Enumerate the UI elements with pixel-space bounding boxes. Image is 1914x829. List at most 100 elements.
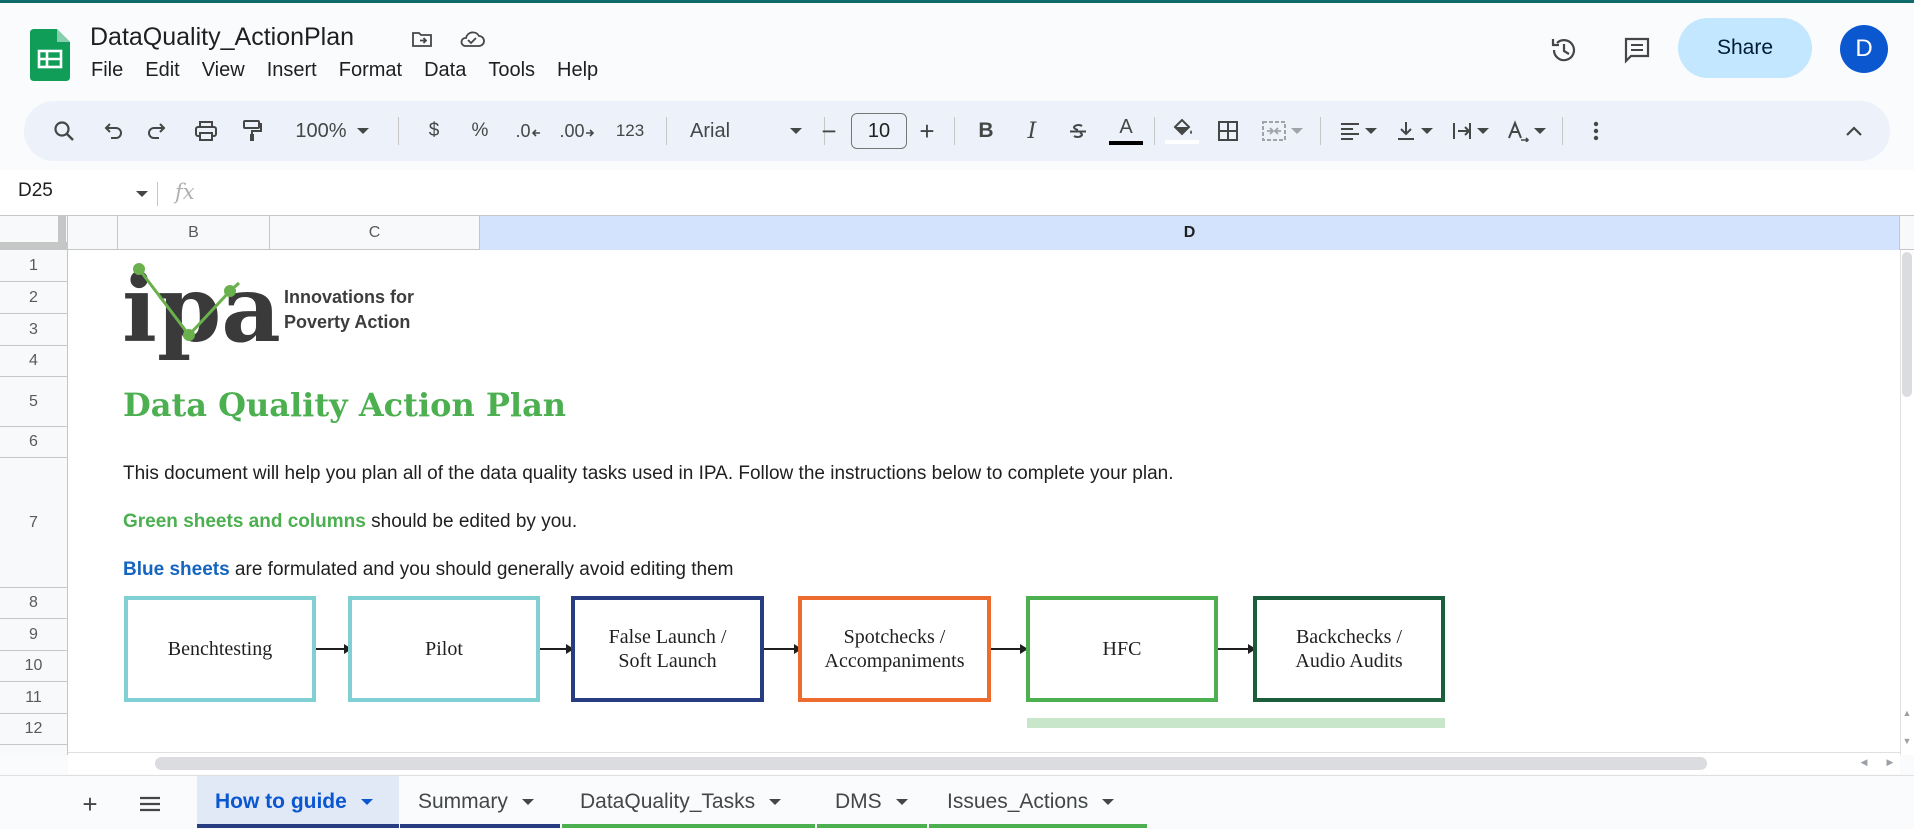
comments-icon[interactable]	[1615, 28, 1659, 72]
row-header[interactable]: 4	[0, 346, 68, 377]
percent-format-button[interactable]: %	[460, 101, 500, 161]
font-size-input[interactable]: 10	[851, 113, 907, 149]
collapse-toolbar-icon[interactable]	[1834, 101, 1874, 161]
borders-icon[interactable]	[1208, 101, 1248, 161]
menu-bar: File Edit View Insert Format Data Tools …	[80, 59, 609, 82]
row-header[interactable]: 12	[0, 714, 68, 745]
row-header[interactable]: 1	[0, 250, 68, 282]
decrease-decimal-button[interactable]: .0	[506, 101, 550, 161]
menu-data[interactable]: Data	[413, 59, 477, 82]
horizontal-scrollbar-thumb[interactable]	[155, 757, 1707, 770]
document-title[interactable]: DataQuality_ActionPlan	[90, 23, 354, 52]
hfc-range-bar	[1027, 718, 1445, 728]
menu-insert[interactable]: Insert	[256, 59, 328, 82]
italic-button[interactable]: I	[1012, 101, 1052, 161]
flow-step-backchecks[interactable]: Backchecks / Audio Audits	[1253, 596, 1445, 702]
row-header[interactable]: 8	[0, 588, 68, 619]
blue-instruction: Blue sheets are formulated and you shoul…	[123, 559, 733, 581]
menu-view[interactable]: View	[191, 59, 256, 82]
menu-edit[interactable]: Edit	[134, 59, 190, 82]
tab-color-indicator	[197, 824, 399, 828]
toolbar-divider	[1320, 117, 1321, 145]
horizontal-align-icon[interactable]	[1332, 101, 1384, 161]
toolbar-divider	[1562, 117, 1563, 145]
increase-decimal-button[interactable]: .00	[552, 101, 602, 161]
vertical-scrollbar-thumb[interactable]	[1902, 252, 1912, 397]
column-header-c[interactable]: C	[270, 216, 480, 250]
tab-issues-actions[interactable]: Issues_Actions	[929, 776, 1147, 828]
column-header-b[interactable]: B	[118, 216, 270, 250]
menu-tools[interactable]: Tools	[477, 59, 546, 82]
row-header[interactable]: 7	[0, 458, 68, 588]
sheets-logo-icon[interactable]	[30, 29, 70, 81]
row-header[interactable]: 6	[0, 427, 68, 458]
row-header[interactable]: 11	[0, 682, 68, 714]
merge-cells-icon[interactable]	[1254, 101, 1310, 161]
search-menus-icon[interactable]	[42, 101, 86, 161]
row-header[interactable]: 2	[0, 282, 68, 314]
bold-button[interactable]: B	[966, 101, 1006, 161]
row-header[interactable]: 10	[0, 651, 68, 682]
chevron-down-icon[interactable]	[769, 799, 782, 805]
chevron-down-icon[interactable]	[521, 799, 534, 805]
account-avatar[interactable]: D	[1840, 25, 1888, 73]
menu-help[interactable]: Help	[546, 59, 609, 82]
chevron-down-icon[interactable]	[136, 191, 148, 197]
row-header[interactable]: 9	[0, 619, 68, 651]
paint-format-icon[interactable]	[232, 101, 272, 161]
vertical-align-icon[interactable]	[1388, 101, 1440, 161]
tab-how-to-guide[interactable]: How to guide	[197, 776, 399, 828]
frozen-row-handle[interactable]	[0, 242, 68, 250]
currency-format-button[interactable]: $	[414, 101, 454, 161]
add-sheet-icon[interactable]: +	[70, 786, 110, 822]
chevron-down-icon[interactable]	[1102, 799, 1115, 805]
flow-step-false-launch[interactable]: False Launch / Soft Launch	[571, 596, 764, 702]
select-all-corner[interactable]	[0, 216, 68, 250]
scroll-up-arrow-icon[interactable]: ▲	[1901, 708, 1913, 720]
move-folder-icon[interactable]	[408, 25, 436, 53]
increase-font-size-icon[interactable]: +	[910, 101, 944, 161]
row-header[interactable]: 3	[0, 314, 68, 346]
decrease-font-size-icon[interactable]: −	[812, 101, 846, 161]
tab-dms[interactable]: DMS	[817, 776, 927, 828]
text-color-button[interactable]: A	[1104, 101, 1148, 161]
text-rotation-icon[interactable]	[1500, 101, 1552, 161]
all-sheets-icon[interactable]	[130, 786, 170, 822]
zoom-select[interactable]: 100%	[286, 101, 378, 161]
text-wrapping-icon[interactable]	[1444, 101, 1496, 161]
tab-summary[interactable]: Summary	[400, 776, 560, 828]
chevron-down-icon[interactable]	[360, 799, 373, 805]
more-options-icon[interactable]	[1576, 101, 1616, 161]
cloud-saved-icon[interactable]	[458, 25, 486, 53]
menu-file[interactable]: File	[80, 59, 134, 82]
scroll-down-arrow-icon[interactable]: ▼	[1901, 736, 1913, 748]
more-formats-button[interactable]: 123	[604, 101, 656, 161]
fill-color-icon[interactable]	[1160, 101, 1204, 161]
font-family-select[interactable]: Arial	[674, 101, 814, 161]
tab-dataquality-tasks[interactable]: DataQuality_Tasks	[562, 776, 815, 828]
toolbar-divider	[1154, 117, 1155, 145]
name-box[interactable]: D25	[18, 180, 53, 202]
version-history-icon[interactable]	[1542, 28, 1586, 72]
share-button[interactable]: Share	[1678, 18, 1812, 78]
column-header-a[interactable]	[68, 216, 118, 250]
row-header[interactable]: 5	[0, 377, 68, 427]
strikethrough-icon[interactable]	[1058, 101, 1098, 161]
chevron-down-icon[interactable]	[895, 799, 908, 805]
column-header-row: B C D	[0, 215, 1914, 250]
menu-format[interactable]: Format	[328, 59, 413, 82]
flow-step-spotchecks[interactable]: Spotchecks / Accompaniments	[798, 596, 991, 702]
print-icon[interactable]	[186, 101, 226, 161]
scroll-left-arrow-icon[interactable]: ◀	[1858, 757, 1870, 769]
row-header[interactable]	[0, 745, 68, 755]
flow-step-pilot[interactable]: Pilot	[348, 596, 540, 702]
flow-step-hfc[interactable]: HFC	[1026, 596, 1218, 702]
fill-color-swatch	[1165, 140, 1199, 144]
page-title: Data Quality Action Plan	[123, 386, 567, 424]
flow-step-benchtesting[interactable]: Benchtesting	[124, 596, 316, 702]
undo-icon[interactable]	[92, 101, 132, 161]
column-header-d[interactable]: D	[480, 216, 1900, 250]
scroll-right-arrow-icon[interactable]: ▶	[1884, 757, 1896, 769]
tab-color-indicator	[817, 824, 927, 828]
redo-icon[interactable]	[138, 101, 178, 161]
